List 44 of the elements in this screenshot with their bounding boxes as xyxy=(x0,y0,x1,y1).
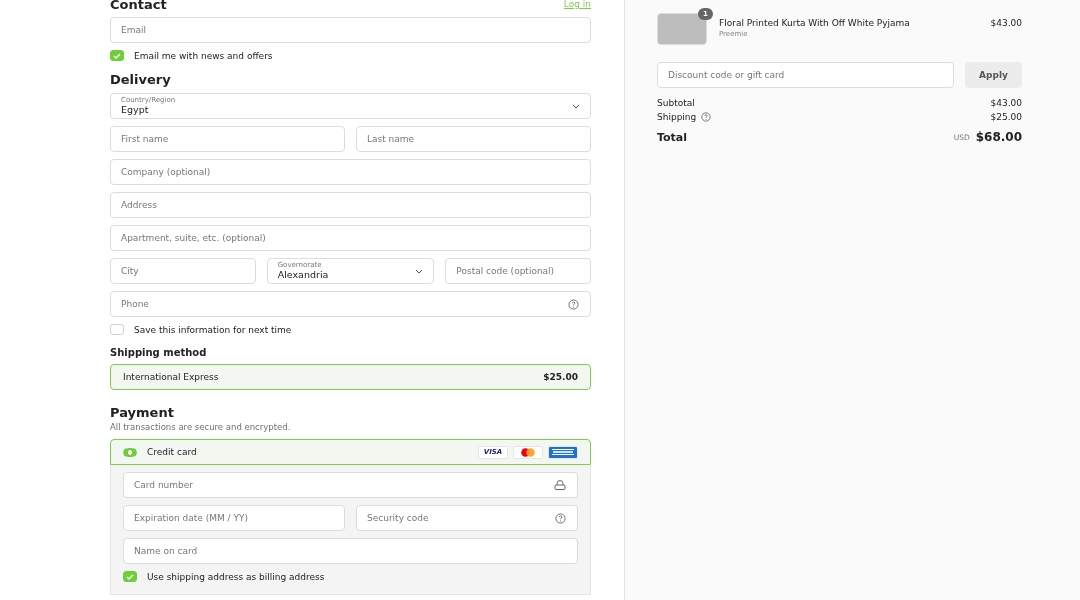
checkbox[interactable] xyxy=(110,50,124,61)
checkbox-label: Save this information for next time xyxy=(134,324,292,335)
section-heading: Shipping method xyxy=(110,347,208,358)
product-name: Floral Printed Kurta With Off White Pyjama xyxy=(719,18,911,28)
help-icon[interactable] xyxy=(701,112,712,122)
summary-value: $25.00 xyxy=(990,112,1022,122)
apply-button[interactable]: Apply xyxy=(965,62,1022,88)
checkbox-label: Use shipping address as billing address xyxy=(147,571,325,582)
discount-field[interactable]: Discount code or gift card xyxy=(657,62,954,88)
input-field[interactable]: Apartment, suite, etc. (optional) xyxy=(110,225,591,251)
email-field[interactable]: Email xyxy=(110,17,591,43)
card-logo-icon xyxy=(548,445,578,459)
card-logo-icon xyxy=(513,445,543,459)
help-icon[interactable] xyxy=(555,512,566,524)
chevron-down-icon xyxy=(415,268,424,274)
section-heading: Payment xyxy=(110,405,175,420)
payment-note: All transactions are secure and encrypted. xyxy=(110,422,292,432)
chevron-down-icon xyxy=(572,103,580,109)
input-field[interactable]: Security code xyxy=(356,505,578,531)
input-field[interactable]: Phone xyxy=(110,291,591,317)
summary-value: $43.00 xyxy=(990,98,1022,108)
total-label: Total xyxy=(657,130,688,144)
input-field[interactable]: Card number xyxy=(123,472,578,498)
input-field[interactable]: Company (optional) xyxy=(110,159,591,185)
payment-method-label: Credit card xyxy=(147,447,197,457)
checkbox[interactable] xyxy=(123,571,137,582)
product-price: $43.00 xyxy=(990,17,1022,28)
lock-icon xyxy=(554,480,566,490)
help-icon[interactable] xyxy=(568,298,579,310)
section-heading: Delivery xyxy=(110,72,172,87)
input-field[interactable]: Address xyxy=(110,192,591,218)
checkbox-label: Email me with news and offers xyxy=(134,50,273,61)
summary-label: Shipping xyxy=(657,112,697,122)
radio-button[interactable] xyxy=(123,447,137,457)
checkbox[interactable] xyxy=(110,324,124,335)
input-field[interactable]: Name on card xyxy=(123,538,578,564)
shipping-option[interactable]: International Express $25.00 xyxy=(110,364,591,390)
summary-label: Subtotal xyxy=(657,98,695,108)
input-field[interactable]: Postal code (optional) xyxy=(445,258,591,284)
input-field[interactable]: Last name xyxy=(356,126,591,152)
total-value: $68.00 xyxy=(975,130,1022,144)
input-field[interactable]: First name xyxy=(110,126,345,152)
input-field[interactable]: Expiration date (MM / YY) xyxy=(123,505,345,531)
input-field[interactable]: City xyxy=(110,258,256,284)
